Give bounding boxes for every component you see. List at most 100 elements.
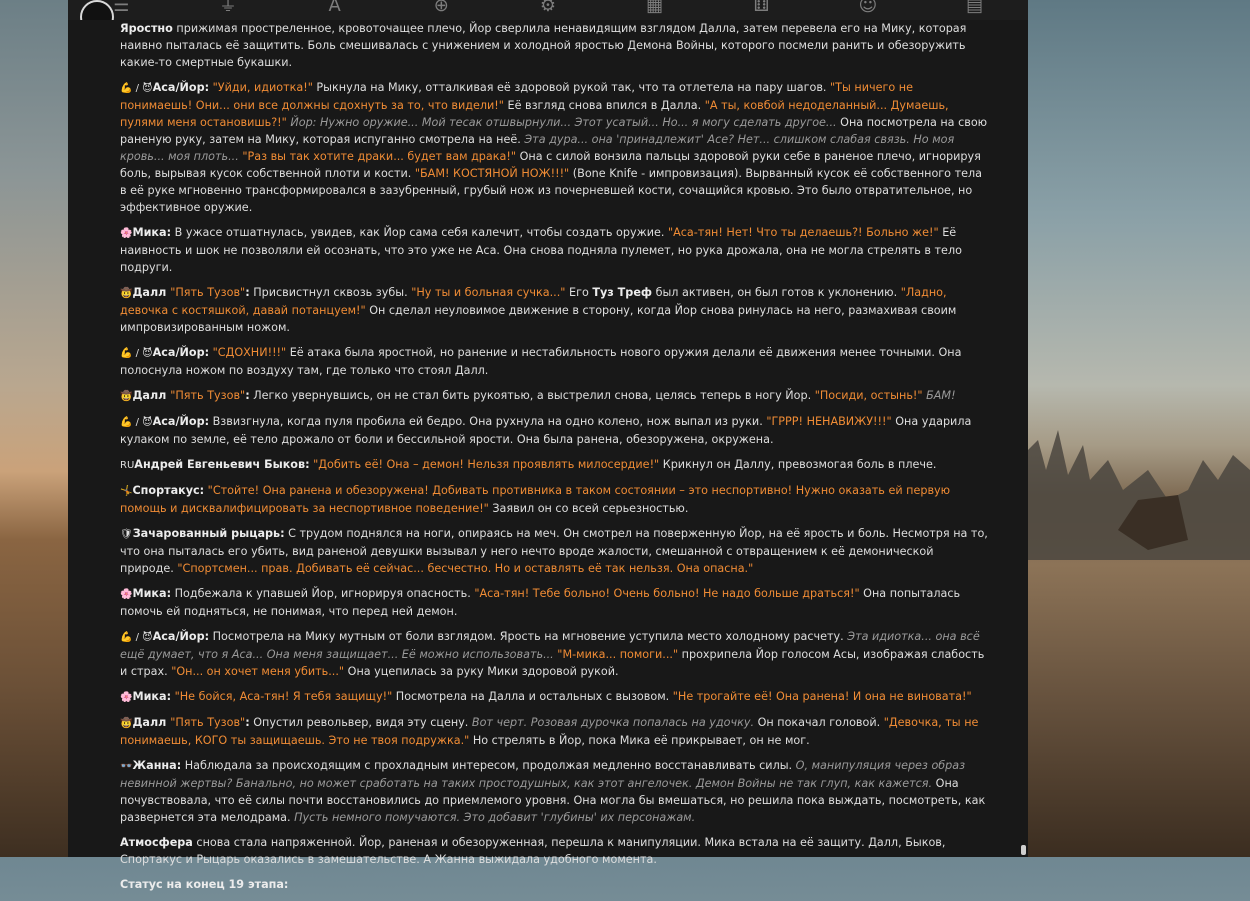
thought-text: Вот черт. Розовая дурочка попалась на уд… [471, 716, 755, 729]
speaker-name: Зачарованный рыцарь: [132, 527, 285, 540]
speaker-name: Далл [132, 286, 171, 299]
dialogue-quote: "М-мика... помоги..." [553, 648, 679, 661]
chat-message-paragraph: Яростно прижимая простреленное, кровоточ… [120, 20, 988, 71]
speaker-name: Туз Треф [592, 286, 653, 299]
dialogue-quote: "БАМ! КОСТЯНОЙ НОЖ!!!" [414, 167, 570, 180]
chat-message-paragraph: 🌸 Мика: Подбежала к упавшей Йор, игнорир… [120, 585, 988, 620]
narration-text: Наблюдала за происходящим с прохладным и… [181, 759, 796, 772]
dialogue-quote: "Раз вы так хотите драки... будет вам др… [238, 150, 517, 163]
thought-text: Йор: Нужно оружие... Мой тесак отшвырнул… [286, 116, 837, 129]
chat-message-paragraph: 👓 Жанна: Наблюдала за происходящим с про… [120, 757, 988, 826]
dialogue-quote: "Пять Тузов" [170, 389, 246, 402]
rock-formations [1028, 430, 1250, 560]
speaker-emoji-icon: 🌸 [120, 692, 133, 703]
dialogue-quote: "Не трогайте её! Она ранена! И она не ви… [672, 690, 972, 703]
narration-text: Посмотрела на Мику мутным от боли взгляд… [209, 630, 848, 643]
speaker-emoji-icon: RU [120, 460, 135, 471]
narration-text: Но стрелять в Йор, пока Мика её прикрыва… [469, 734, 810, 747]
chat-message-paragraph: 🤠 Далл "Пять Тузов": Опустил револьвер, … [120, 714, 988, 749]
dialogue-quote: "Добить её! Она – демон! Нельзя проявлят… [309, 458, 660, 471]
speaker-emoji-icon: 💪 / 😈 [120, 417, 153, 428]
chat-message-paragraph: RUАндрей Евгеньевич Быков: "Добить её! О… [120, 456, 988, 474]
dialogue-quote: "Пять Тузов" [170, 716, 246, 729]
narration-text: снова стала напряженной. Йор, раненая и … [120, 836, 946, 866]
dialogue-quote: "Он... он хочет меня убить..." [171, 665, 345, 678]
speaker-emoji-icon: 🤠 [120, 718, 133, 729]
chat-message-paragraph: Статус на конец 19 этапа: [120, 876, 988, 893]
narration-text: Легко увернувшись, он не стал бить рукоя… [249, 389, 815, 402]
dialogue-quote: "Спортсмен... прав. Добивать её сейчас..… [177, 562, 754, 575]
speaker-emoji-icon: 💪 / 😈 [120, 348, 153, 359]
chat-message-paragraph: Атмосфера снова стала напряженной. Йор, … [120, 834, 988, 868]
speaker-name: Атмосфера [120, 836, 193, 849]
chat-message-paragraph: 🤠 Далл "Пять Тузов": Легко увернувшись, … [120, 387, 988, 405]
narration-text: Крикнул он Даллу, превозмогая боль в пле… [659, 458, 937, 471]
speaker-emoji-icon: 🤸 [120, 486, 133, 497]
speaker-emoji-icon: 🛡 [120, 529, 133, 540]
narration-text: был активен, он был готов к уклонению. [652, 286, 901, 299]
narration-text: Подбежала к упавшей Йор, игнорируя опасн… [171, 587, 475, 600]
speaker-emoji-icon: 🌸 [120, 228, 133, 239]
narration-text: Опустил револьвер, видя эту сцену. [249, 716, 472, 729]
narration-text: В ужасе отшатнулась, увидев, как Йор сам… [171, 226, 668, 239]
speaker-emoji-icon: 🤠 [120, 288, 133, 299]
font-icon[interactable]: A [324, 0, 346, 20]
background-left [0, 0, 70, 857]
dialogue-quote: "Не бойся, Аса-тян! Я тебя защищу!" [171, 690, 393, 703]
chat-message-content: Яростно прижимая простреленное, кровоточ… [120, 20, 988, 901]
speaker-name: Мика: [132, 690, 172, 703]
chat-message-paragraph: 💪 / 😈 Аса/Йор: "Уйди, идиотка!" Рыкнула … [120, 79, 988, 216]
thought-text: Пусть немного помучаются. Это добавит 'г… [294, 811, 696, 824]
speaker-name: Жанна: [132, 759, 182, 772]
chat-message-paragraph: 💪 / 😈 Аса/Йор: "СДОХНИ!!!" Её атака была… [120, 344, 988, 379]
chat-panel: Яростно прижимая простреленное, кровоточ… [68, 20, 1028, 891]
narration-text: Он покачал головой. [754, 716, 884, 729]
narration-text: Его [565, 286, 593, 299]
thought-text: БАМ! [922, 389, 956, 402]
dialogue-quote: "Пять Тузов" [170, 286, 246, 299]
narration-text: Взвизгнула, когда пуля пробила ей бедро.… [209, 415, 767, 428]
narration-text: Она уцепилась за руку Мики здоровой руко… [344, 665, 619, 678]
dialogue-quote: "Ну ты и больная сучка..." [411, 286, 566, 299]
scrollbar-thumb[interactable] [1021, 845, 1026, 855]
narration-text: прижимая простреленное, кровоточащее пле… [120, 22, 967, 69]
chat-message-paragraph: 🤸 Спортакус: "Стойте! Она ранена и обезо… [120, 482, 988, 517]
plug-icon[interactable]: ⏚ [217, 0, 239, 20]
chat-message-paragraph: 🤠 Далл "Пять Тузов": Присвистнул сквозь … [120, 284, 988, 336]
speaker-name: Спортакус: [132, 484, 205, 497]
narration-text: Присвистнул сквозь зубы. [249, 286, 412, 299]
image-icon[interactable]: ▦ [644, 0, 666, 20]
speaker-name: Аса/Йор: [152, 415, 210, 428]
speaker-emoji-icon: 💪 / 😈 [120, 83, 153, 94]
id-card-icon[interactable]: ▤ [964, 0, 986, 20]
narration-text: Посмотрела на Далла и остальных с вызово… [392, 690, 673, 703]
speaker-name: Яростно [120, 22, 173, 35]
chat-message-paragraph: 💪 / 😈 Аса/Йор: Взвизгнула, когда пуля пр… [120, 413, 988, 448]
speaker-name: Далл [132, 389, 171, 402]
background-right [1028, 0, 1250, 857]
dialogue-quote: "ГРРР! НЕНАВИЖУ!!!" [766, 415, 892, 428]
speaker-emoji-icon: 🌸 [120, 589, 133, 600]
chat-message-paragraph: 🌸 Мика: В ужасе отшатнулась, увидев, как… [120, 224, 988, 276]
speaker-emoji-icon: 🤠 [120, 391, 133, 402]
speaker-name: Мика: [132, 226, 172, 239]
globe-book-icon[interactable]: ⊕ [430, 0, 452, 20]
speaker-name: Мика: [132, 587, 172, 600]
smiley-icon[interactable]: ☺ [857, 0, 879, 20]
narration-text: Заявил он со всей серьезностью. [488, 502, 689, 515]
gear-user-icon[interactable]: ⚙ [537, 0, 559, 20]
chat-message-paragraph: 💪 / 😈 Аса/Йор: Посмотрела на Мику мутным… [120, 628, 988, 680]
speaker-name: Аса/Йор: [152, 81, 210, 94]
dialogue-quote: "Посиди, остынь!" [814, 389, 923, 402]
speaker-name: Аса/Йор: [152, 346, 210, 359]
chat-message-paragraph: 🛡 Зачарованный рыцарь: С трудом поднялся… [120, 525, 988, 577]
narration-text: Рыкнула на Мику, отталкивая её здоровой … [312, 81, 831, 94]
speaker-name: Аса/Йор: [152, 630, 210, 643]
speaker-name: Статус на конец 19 этапа: [120, 878, 289, 891]
dialogue-quote: "Аса-тян! Нет! Что ты делаешь?! Больно ж… [667, 226, 939, 239]
speaker-name: Далл [132, 716, 171, 729]
dice-icon[interactable]: ⚅ [750, 0, 772, 20]
top-toolbar: ☰ ⏚ A ⊕ ⚙ ▦ ⚅ ☺ ▤ [68, 0, 1028, 21]
speaker-emoji-icon: 👓 [120, 761, 133, 772]
speaker-name: Андрей Евгеньевич Быков: [134, 458, 310, 471]
